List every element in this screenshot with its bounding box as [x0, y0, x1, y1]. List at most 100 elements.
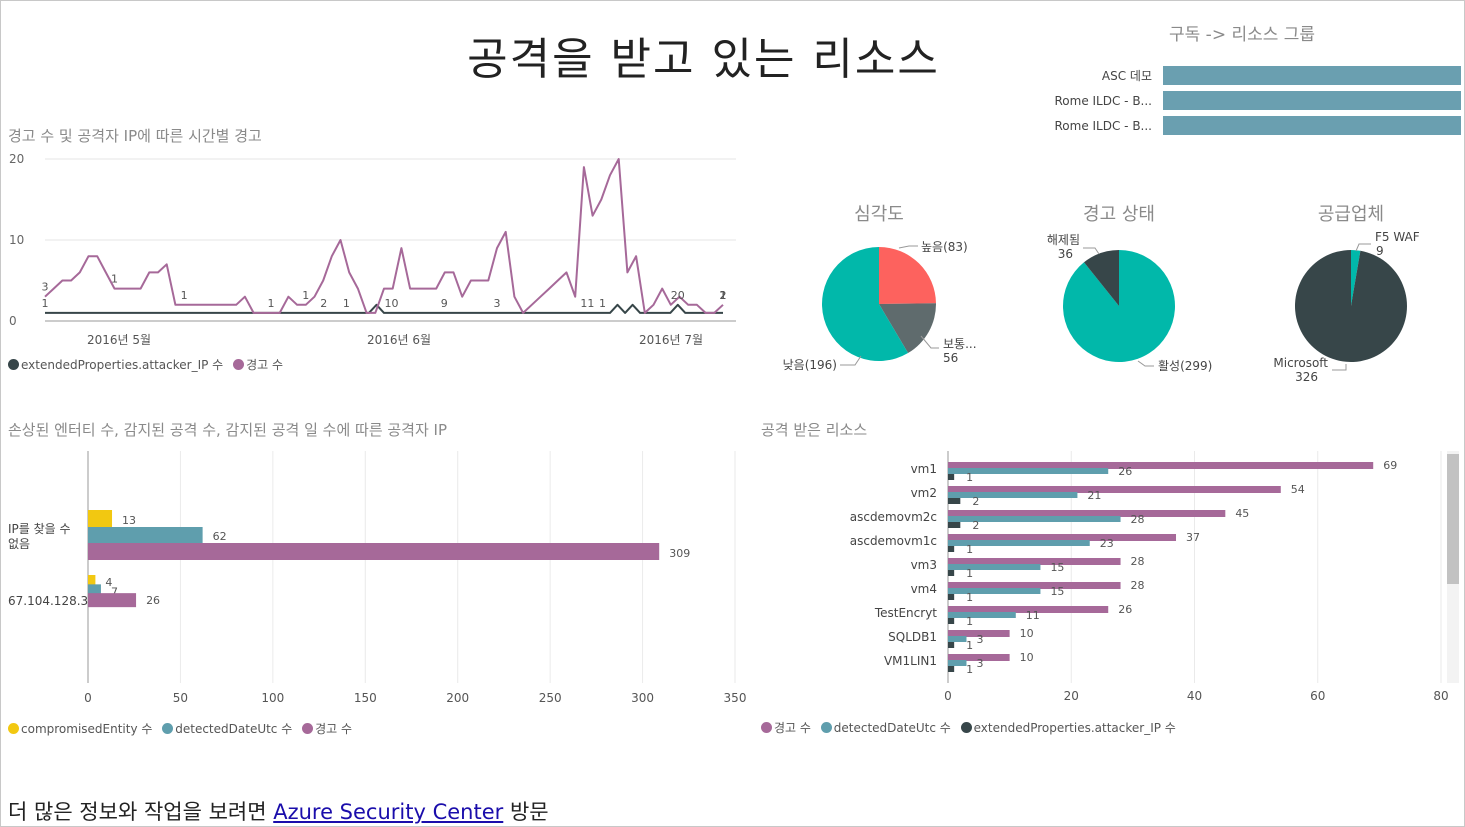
attacker-data-label: 26: [146, 594, 160, 607]
attacked-resources-legend: 경고 수 detectedDateUtc 수 extendedPropertie…: [761, 719, 1182, 736]
legend-item-alert-count[interactable]: 경고 수: [233, 358, 283, 372]
attacker-category-label: 67.104.128.3: [8, 594, 88, 608]
attacker-ip-chart[interactable]: 0 50 100 150 200 250 300 350 IP를 찾을 수없음 13 62 309 67…: [1, 446, 751, 711]
legend-item-compromised-entity[interactable]: compromisedEntity 수: [8, 722, 152, 736]
dashboard: 공격을 받고 있는 리소스 경고 수 및 공격자 IP에 따른 시간별 경고 0…: [0, 0, 1465, 827]
resources-data-label: 1: [966, 639, 973, 652]
timeline-x-tick: 2016년 5월: [87, 333, 151, 347]
resources-data-label: 15: [1050, 585, 1064, 598]
timeline-data-label: 11: [580, 297, 594, 310]
resources-bar: [948, 642, 955, 648]
attacker-x-tick: 200: [446, 691, 469, 705]
subscription-bar: [1163, 66, 1461, 85]
attacker-x-tick: 0: [84, 691, 92, 705]
resources-data-label: 21: [1087, 489, 1101, 502]
alert-status-title: 경고 상태: [1083, 204, 1155, 225]
footer-text: 더 많은 정보와 작업을 보려면 Azure Security Center 방…: [8, 796, 549, 826]
attacker-data-label: 13: [122, 514, 136, 527]
timeline-data-label: 1: [302, 289, 309, 302]
timeline-data-label: 1: [111, 273, 118, 286]
resources-data-label: 1: [966, 615, 973, 628]
resources-data-label: 45: [1235, 507, 1249, 520]
resources-bar: [948, 588, 1041, 594]
severity-pie[interactable]: 높음(83) 보통...56 낮음(196): [771, 226, 991, 386]
subscription-title: 구독 -> 리소스 그룹: [1169, 25, 1316, 45]
resources-category-label: VM1LIN1: [884, 654, 937, 668]
pie-sub-label: 56: [943, 351, 958, 365]
legend-item-attacker-ip[interactable]: extendedProperties.attacker_IP 수: [8, 358, 223, 372]
legend-item-alert-count[interactable]: 경고 수: [302, 722, 352, 736]
resources-bar: [948, 486, 1281, 493]
resources-data-label: 23: [1100, 537, 1114, 550]
attacker-data-label: 62: [213, 530, 227, 543]
resources-data-label: 54: [1291, 483, 1305, 496]
pie-sub-label: 36: [1058, 247, 1073, 261]
legend-item-detected-date[interactable]: detectedDateUtc 수: [820, 721, 951, 735]
attacker-x-tick: 100: [261, 691, 284, 705]
timeline-data-label: 1: [42, 297, 49, 310]
legend-item-alert-count[interactable]: 경고 수: [761, 721, 811, 735]
resources-bar: [948, 534, 1177, 541]
subscription-label: Rome ILDC - B...: [1054, 119, 1152, 133]
pie-slice: [1295, 250, 1407, 362]
resources-category-label: ascdemovm1c: [850, 534, 937, 548]
attacker-bar: [88, 510, 113, 527]
vendor-title: 공급업체: [1317, 204, 1385, 225]
timeline-data-label: 1: [181, 289, 188, 302]
resources-bar: [948, 660, 967, 666]
timeline-x-tick: 2016년 7월: [639, 333, 703, 347]
timeline-data-label: 10: [385, 297, 399, 310]
resources-data-label: 28: [1131, 513, 1145, 526]
resources-category-label: vm4: [911, 582, 937, 596]
resources-bar: [948, 510, 1226, 517]
pie-leader-line: [1137, 360, 1154, 367]
attacker-x-tick: 250: [539, 691, 562, 705]
attacked-resources-chart[interactable]: 0 20 40 60 80vm1 69261vm2 54212ascdemovm2c 4528…: [761, 446, 1461, 711]
resources-data-label: 2: [972, 519, 979, 532]
attacker-x-tick: 50: [173, 691, 188, 705]
resources-bar: [948, 594, 955, 600]
timeline-data-label: 3: [494, 297, 501, 310]
subscription-bar: [1163, 91, 1461, 110]
resources-bar: [948, 582, 1121, 589]
footer-prefix: 더 많은 정보와 작업을 보려면: [8, 800, 274, 824]
vendor-pie[interactable]: F5 WAF9 Microsoft326: [1246, 226, 1461, 386]
attacked-resources-title: 공격 받은 리소스: [761, 421, 868, 439]
legend-item-detected-date[interactable]: detectedDateUtc 수: [162, 722, 292, 736]
resources-category-label: vm3: [911, 558, 937, 572]
attacker-ip-legend: compromisedEntity 수 detectedDateUtc 수 경고…: [8, 720, 358, 737]
resources-data-label: 11: [1026, 609, 1040, 622]
resources-bar: [948, 462, 1374, 469]
resources-category-label: vm1: [911, 462, 937, 476]
resources-bar: [948, 522, 961, 528]
pie-label: 보통...: [943, 337, 977, 351]
alert-status-pie[interactable]: 활성(299) 해제됨36: [1011, 226, 1231, 386]
pie-slice: [879, 247, 936, 304]
resources-data-label: 28: [1131, 579, 1145, 592]
resources-bar: [948, 546, 955, 552]
attacker-ip-title: 손상된 엔터티 수, 감지된 공격 수, 감지된 공격 일 수에 따른 공격자 …: [8, 421, 448, 439]
resources-bar: [948, 612, 1016, 618]
resources-data-label: 3: [976, 657, 983, 670]
resources-data-label: 69: [1383, 459, 1397, 472]
timeline-chart[interactable]: 010202016년 5월 2016년 6월 2016년 7월1311112 1 10 9…: [1, 146, 746, 356]
resources-bar: [948, 474, 955, 480]
resources-bar: [948, 492, 1078, 498]
pie-label: 해제됨: [1047, 233, 1080, 247]
resources-bar: [948, 558, 1121, 565]
resources-bar: [948, 666, 955, 672]
subscription-chart[interactable]: ASC 데모 Rome ILDC - B... Rome ILDC - B...: [1041, 61, 1463, 141]
pie-leader-line: [840, 355, 862, 366]
timeline-title: 경고 수 및 공격자 IP에 따른 시간별 경고: [8, 127, 262, 145]
legend-item-attacker-ip[interactable]: extendedProperties.attacker_IP 수: [960, 721, 1176, 735]
azure-security-center-link[interactable]: Azure Security Center: [273, 800, 503, 824]
resources-data-label: 2: [972, 495, 979, 508]
resources-data-label: 15: [1050, 561, 1064, 574]
resources-category-label: SQLDB1: [888, 630, 937, 644]
resources-data-label: 1: [966, 543, 973, 556]
pie-leader-line: [1332, 364, 1347, 371]
resources-x-tick: 0: [944, 689, 952, 703]
attacker-bar: [88, 527, 203, 543]
footer-suffix: 방문: [503, 800, 549, 824]
resources-data-label: 1: [966, 591, 973, 604]
